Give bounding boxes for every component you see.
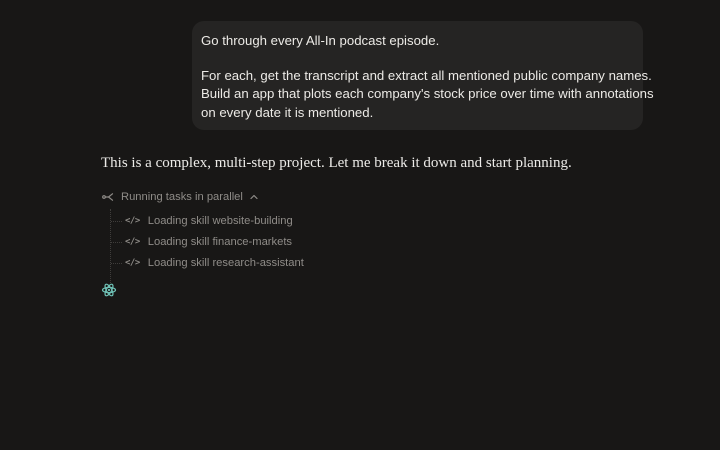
task-item: </> Loading skill finance-markets xyxy=(111,234,292,250)
task-item-label: Loading skill finance-markets xyxy=(147,236,293,248)
task-item: </> Loading skill research-assistant xyxy=(111,255,304,271)
task-item-label: Loading skill research-assistant xyxy=(147,257,304,269)
parallel-tasks-label: Running tasks in parallel xyxy=(121,191,243,203)
task-item-label: Loading skill website-building xyxy=(147,215,293,227)
chevron-up-icon[interactable] xyxy=(250,194,258,200)
user-message-paragraph: For each, get the transcript and extract… xyxy=(201,67,654,122)
task-item: </> Loading skill website-building xyxy=(111,213,293,229)
tree-branch xyxy=(111,262,122,264)
branch-icon xyxy=(102,192,114,202)
user-message-line: Go through every All-In podcast episode. xyxy=(201,33,440,48)
parallel-tasks-toggle[interactable]: Running tasks in parallel xyxy=(102,189,258,205)
user-message-line: on every date it is mentioned. xyxy=(201,104,374,120)
user-message-bubble: Go through every All-In podcast episode.… xyxy=(192,21,654,130)
code-icon: </> xyxy=(125,237,140,247)
user-message-line: For each, get the transcript and extract… xyxy=(201,68,652,84)
tree-branch xyxy=(111,220,122,222)
user-message-line: Build an app that plots each company's s… xyxy=(201,86,654,102)
code-icon: </> xyxy=(125,258,140,268)
loading-spinner-icon xyxy=(100,281,118,299)
tree-branch xyxy=(111,241,122,243)
code-icon: </> xyxy=(125,216,140,226)
assistant-message: This is a complex, multi-step project. L… xyxy=(101,155,572,171)
